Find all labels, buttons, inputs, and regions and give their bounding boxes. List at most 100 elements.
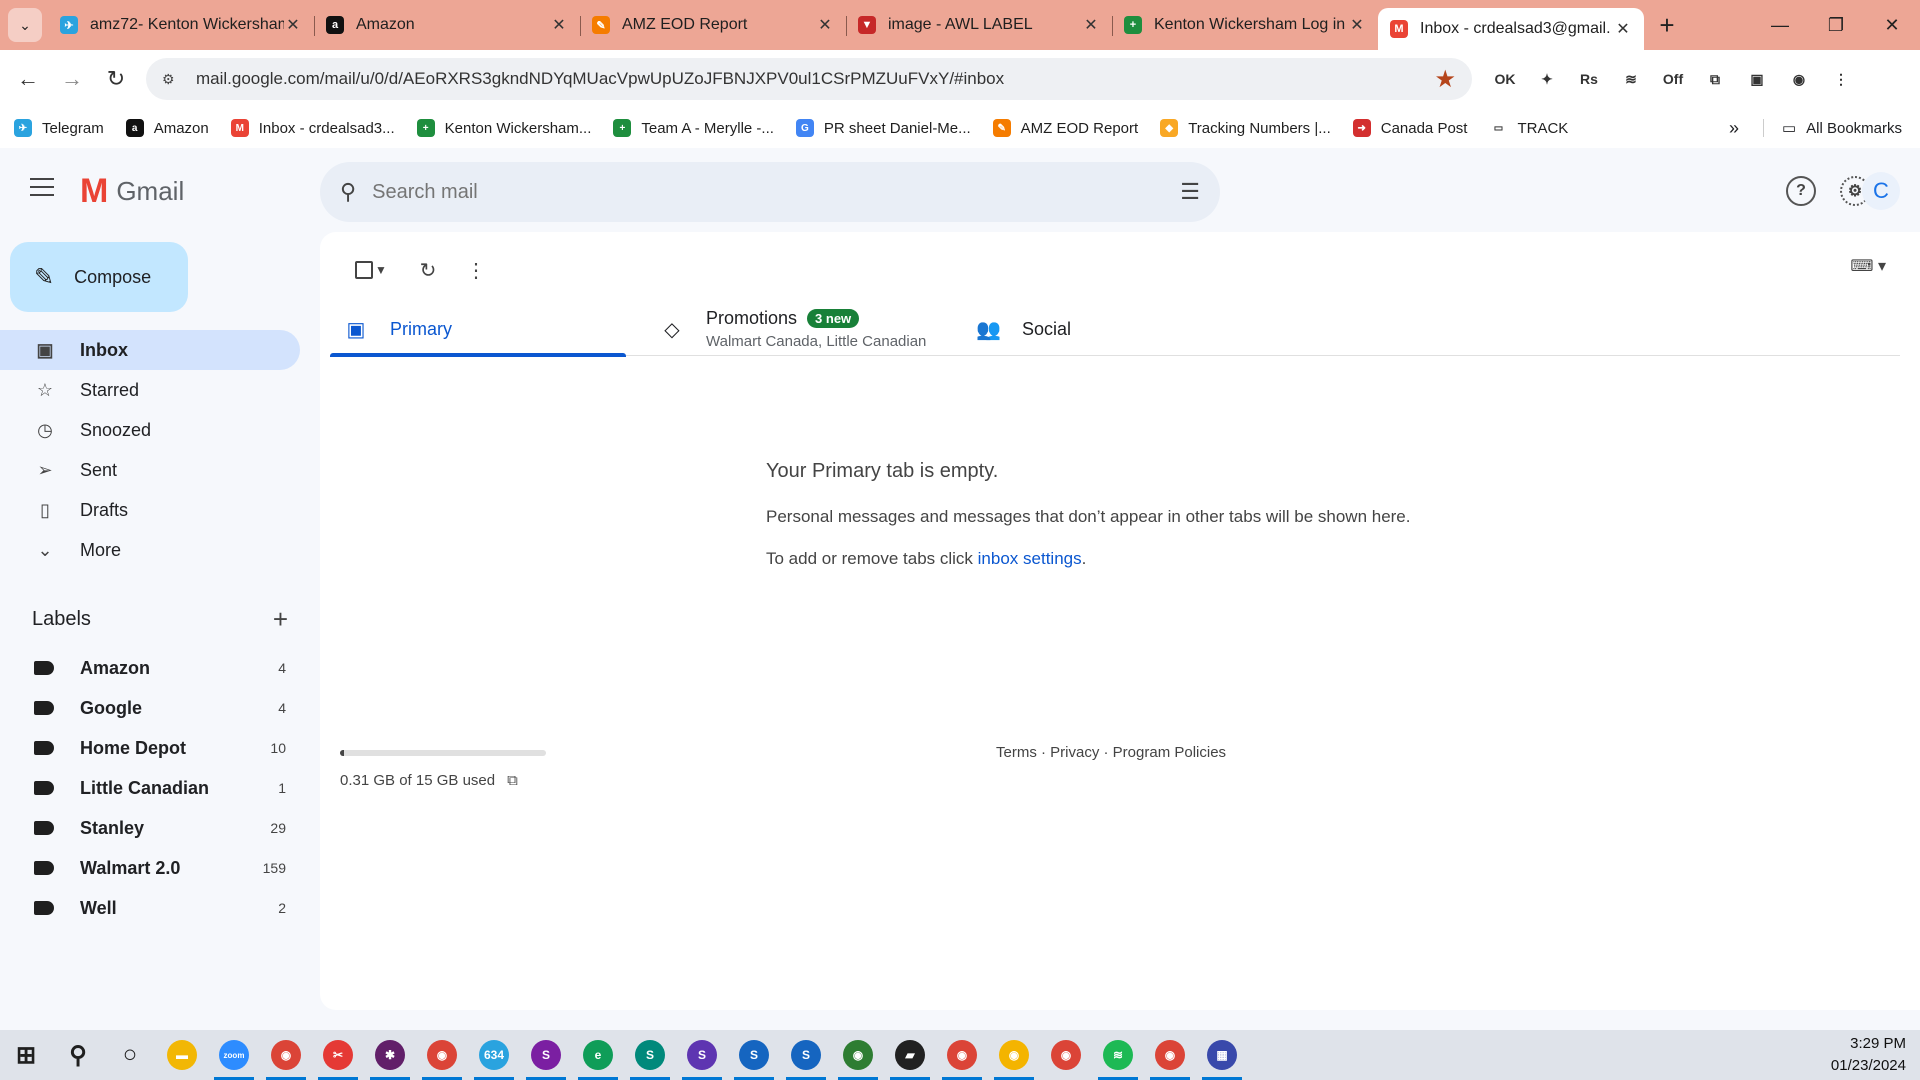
create-label-icon[interactable]: + bbox=[273, 604, 288, 635]
account-avatar[interactable]: C bbox=[1862, 172, 1900, 210]
sidebar-item-inbox[interactable]: ▣ Inbox bbox=[0, 330, 300, 370]
extension-icon[interactable]: ≋ bbox=[1614, 62, 1648, 96]
refresh-icon[interactable]: ↻ bbox=[408, 250, 448, 290]
taskbar-app-edge[interactable]: e bbox=[572, 1030, 624, 1080]
browser-tab[interactable]: ✎ AMZ EOD Report ✕ bbox=[580, 0, 846, 50]
tab-close-icon[interactable]: ✕ bbox=[1082, 15, 1100, 35]
new-tab-button[interactable]: + bbox=[1650, 8, 1684, 42]
taskbar-app-snip[interactable]: ✂ bbox=[312, 1030, 364, 1080]
inbox-settings-link[interactable]: inbox settings bbox=[978, 549, 1082, 568]
main-menu-icon[interactable] bbox=[30, 178, 54, 202]
site-info-icon[interactable]: ⚙ bbox=[162, 71, 186, 88]
taskbar-app-chrome-3[interactable]: S bbox=[520, 1030, 572, 1080]
select-dropdown-icon[interactable]: ▼ bbox=[370, 250, 392, 290]
bookmark-item[interactable]: + Team A - Merylle -... bbox=[613, 119, 774, 137]
taskbar-app-zoom[interactable]: zoom bbox=[208, 1030, 260, 1080]
tab-close-icon[interactable]: ✕ bbox=[1348, 15, 1366, 35]
close-window-button[interactable]: ✕ bbox=[1864, 0, 1920, 50]
bookmark-item[interactable]: G PR sheet Daniel-Me... bbox=[795, 119, 971, 137]
label-item[interactable]: Walmart 2.0 159 bbox=[0, 848, 300, 888]
external-link-icon[interactable]: ⧉ bbox=[507, 772, 518, 789]
search-options-icon[interactable]: ☰ bbox=[1180, 179, 1200, 205]
taskbar-app-chrome[interactable]: ◉ bbox=[260, 1030, 312, 1080]
taskbar-app-telegram[interactable]: 634 bbox=[468, 1030, 520, 1080]
extension-icon[interactable]: ⧉ bbox=[1698, 62, 1732, 96]
label-item[interactable]: Stanley 29 bbox=[0, 808, 300, 848]
help-icon[interactable]: ? bbox=[1786, 176, 1816, 206]
extension-icon[interactable]: OK bbox=[1488, 62, 1522, 96]
forward-button[interactable]: → bbox=[50, 57, 94, 101]
taskbar-app-start[interactable]: ⊞ bbox=[0, 1030, 52, 1080]
browser-tab[interactable]: a Amazon ✕ bbox=[314, 0, 580, 50]
bookmark-item[interactable]: ✈ Telegram bbox=[14, 119, 104, 137]
taskbar-app-search[interactable]: ⚲ bbox=[52, 1030, 104, 1080]
taskbar-app-chrome-8[interactable]: ◉ bbox=[832, 1030, 884, 1080]
taskbar-app-slack[interactable]: ✱ bbox=[364, 1030, 416, 1080]
gmail-logo[interactable]: M Gmail bbox=[80, 172, 184, 211]
system-clock[interactable]: 3:29 PM 01/23/2024 bbox=[1831, 1033, 1906, 1077]
browser-tab[interactable]: ✈ amz72- Kenton Wickersham ✕ bbox=[48, 0, 314, 50]
sidebar-item-sent[interactable]: ➢ Sent bbox=[0, 450, 300, 490]
label-item[interactable]: Google 4 bbox=[0, 688, 300, 728]
browser-tab[interactable]: M Inbox - crdealsad3@gmail. ✕ bbox=[1378, 8, 1644, 50]
footer-links[interactable]: Terms · Privacy · Program Policies bbox=[996, 744, 1226, 761]
taskbar-app-task-view[interactable]: ○ bbox=[104, 1030, 156, 1080]
taskbar-app-chrome-9[interactable]: ◉ bbox=[936, 1030, 988, 1080]
bookmark-item[interactable]: + Kenton Wickersham... bbox=[416, 119, 591, 137]
compose-button[interactable]: ✎ Compose bbox=[10, 242, 188, 312]
more-options-icon[interactable]: ⋮ bbox=[456, 250, 496, 290]
bookmark-item[interactable]: ◆ Tracking Numbers |... bbox=[1160, 119, 1331, 137]
extension-icon[interactable]: ▣ bbox=[1740, 62, 1774, 96]
bookmark-item[interactable]: ✎ AMZ EOD Report bbox=[992, 119, 1138, 137]
extension-icon[interactable]: Off bbox=[1656, 62, 1690, 96]
tab-close-icon[interactable]: ✕ bbox=[816, 15, 834, 35]
extension-icon[interactable]: ✦ bbox=[1530, 62, 1564, 96]
browser-tab[interactable]: ▼ image - AWL LABEL ✕ bbox=[846, 0, 1112, 50]
taskbar-app-chrome-6[interactable]: S bbox=[728, 1030, 780, 1080]
label-item[interactable]: Amazon 4 bbox=[0, 648, 300, 688]
taskbar-app-spotify[interactable]: ≋ bbox=[1092, 1030, 1144, 1080]
tab-close-icon[interactable]: ✕ bbox=[1614, 19, 1632, 39]
minimize-button[interactable]: — bbox=[1752, 0, 1808, 50]
taskbar-app-file-explorer[interactable]: ▬ bbox=[156, 1030, 208, 1080]
label-item[interactable]: Little Canadian 1 bbox=[0, 768, 300, 808]
bookmark-item[interactable]: M Inbox - crdealsad3... bbox=[230, 119, 395, 137]
taskbar-app-chrome-11[interactable]: ◉ bbox=[1040, 1030, 1092, 1080]
taskbar-app-sticky-notes[interactable]: ▰ bbox=[884, 1030, 936, 1080]
label-item[interactable]: Well 2 bbox=[0, 888, 300, 928]
restore-button[interactable]: ❐ bbox=[1808, 0, 1864, 50]
bookmarks-overflow-icon[interactable]: » bbox=[1729, 118, 1739, 139]
sidebar-item-drafts[interactable]: ▯ Drafts bbox=[0, 490, 300, 530]
tab-primary[interactable]: ▣ Primary bbox=[330, 302, 646, 357]
taskbar-app-chrome-10[interactable]: ◉ bbox=[988, 1030, 1040, 1080]
sidebar-item-starred[interactable]: ☆ Starred bbox=[0, 370, 300, 410]
extension-icon[interactable]: Rs bbox=[1572, 62, 1606, 96]
label-item[interactable]: Home Depot 10 bbox=[0, 728, 300, 768]
search-icon[interactable]: ⚲ bbox=[340, 179, 356, 205]
tab-social[interactable]: 👥 Social bbox=[962, 302, 1278, 356]
url-text[interactable]: mail.google.com/mail/u/0/d/AEoRXRS3gkndN… bbox=[196, 69, 1434, 89]
tab-close-icon[interactable]: ✕ bbox=[284, 15, 302, 35]
extension-icon[interactable]: ⋮ bbox=[1824, 62, 1858, 96]
tab-search-button[interactable]: ⌄ bbox=[8, 8, 42, 42]
all-bookmarks-button[interactable]: ▭ All Bookmarks bbox=[1762, 119, 1902, 137]
sidebar-item-snoozed[interactable]: ◷ Snoozed bbox=[0, 410, 300, 450]
address-bar[interactable]: ⚙ mail.google.com/mail/u/0/d/AEoRXRS3gkn… bbox=[146, 58, 1472, 100]
taskbar-app-chrome-2[interactable]: ◉ bbox=[416, 1030, 468, 1080]
bookmark-item[interactable]: ➜ Canada Post bbox=[1352, 119, 1467, 137]
extension-icon[interactable]: ◉ bbox=[1782, 62, 1816, 96]
taskbar-app-chrome-7[interactable]: S bbox=[780, 1030, 832, 1080]
bookmark-item[interactable]: ▭ TRACK bbox=[1489, 119, 1568, 137]
tab-close-icon[interactable]: ✕ bbox=[550, 15, 568, 35]
bookmark-star-icon[interactable]: ★ bbox=[1434, 65, 1456, 94]
search-input[interactable] bbox=[372, 180, 1181, 204]
bookmark-item[interactable]: a Amazon bbox=[125, 119, 209, 137]
reload-button[interactable]: ↻ bbox=[94, 57, 138, 101]
taskbar-app-calculator[interactable]: ▦ bbox=[1196, 1030, 1248, 1080]
browser-tab[interactable]: + Kenton Wickersham Log in ✕ bbox=[1112, 0, 1378, 50]
taskbar-app-chrome-4[interactable]: S bbox=[624, 1030, 676, 1080]
taskbar-app-chrome-5[interactable]: S bbox=[676, 1030, 728, 1080]
back-button[interactable]: ← bbox=[6, 57, 50, 101]
taskbar-app-chrome-12[interactable]: ◉ bbox=[1144, 1030, 1196, 1080]
tab-promotions[interactable]: ◇ Promotions 3 new Walmart Canada, Littl… bbox=[646, 302, 962, 356]
